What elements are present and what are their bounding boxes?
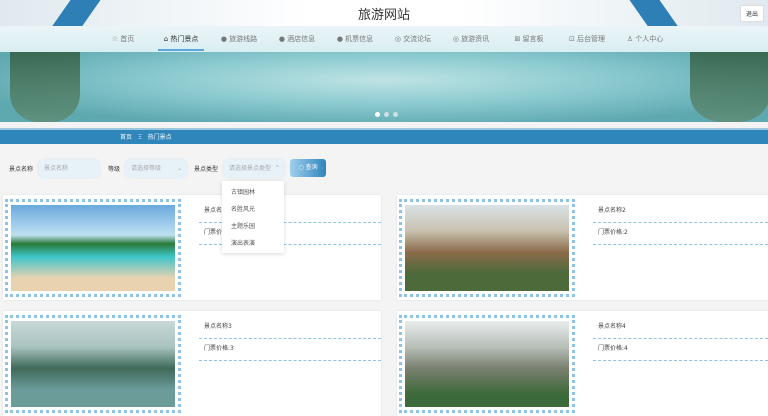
scenic-name: 景点名称4 [593,317,768,339]
dot-icon: ● [220,35,227,43]
banner-image [10,52,80,122]
level-select[interactable]: 请选择等级 ⌄ [126,159,187,177]
scenic-card[interactable]: 景点名称4 门票价格:4 [397,311,768,416]
nav-item[interactable]: ⊠ 留言板 [500,26,558,52]
carousel-dot[interactable] [375,112,380,117]
search-button[interactable]: ○ 查询 [290,159,327,177]
nav-label: 机票信息 [345,35,374,43]
scenic-image[interactable] [11,205,175,291]
dropdown-option[interactable]: 名胜风光 [222,200,284,217]
nav-label: 留言板 [522,35,544,43]
chevron-up-icon: ^ [275,164,281,172]
main-nav: ☆ 首页 ⌂ 热门景点 ● 旅游线路 ● 酒店信息 ● 机票信息 ◎ 交流论坛 ◎ 旅游资讯… [0,26,768,52]
type-dropdown: 古镇园林 名胜风光 主题乐园 演出表演 [222,181,284,253]
breadcrumb-separator: Ξ [137,134,142,141]
dropdown-option[interactable]: 主题乐园 [222,217,284,234]
chevron-down-icon: ⌄ [177,164,183,172]
nav-item[interactable]: ⊡ 后台管理 [558,26,616,52]
type-select[interactable]: 请选择景点类型 ^ [224,159,285,177]
dropdown-option[interactable]: 古镇园林 [222,183,284,200]
breadcrumb-home[interactable]: 首页 [120,134,132,141]
image-frame [399,315,575,413]
nav-item[interactable]: ● 酒店信息 [268,26,326,52]
type-label: 景点类型 [194,165,219,173]
scenic-card[interactable]: 景点名称3 门票价格:3 [3,311,381,416]
type-placeholder: 请选择景点类型 [229,164,272,172]
nav-label: 后台管理 [577,35,606,43]
search-icon: ○ [298,164,306,171]
carousel-dot[interactable] [384,112,389,117]
nav-item[interactable]: ◎ 旅游资讯 [442,26,500,52]
dot-icon: ● [278,35,285,43]
carousel-dot[interactable] [393,112,398,117]
scenic-image[interactable] [11,321,175,407]
breadcrumb-current: 热门景点 [147,134,172,141]
logout-button[interactable]: 退出 [739,5,764,22]
dot-icon: ● [336,35,343,43]
nav-label: 旅游线路 [229,35,258,43]
level-label: 等级 [108,165,121,173]
search-label: 查询 [305,164,318,171]
nav-label: 热门景点 [170,35,199,43]
nav-item[interactable]: ● 机票信息 [326,26,384,52]
search-filter: 景点名称 景点名称 等级 请选择等级 ⌄ 景点类型 请选择景点类型 ^ ○ 查询 [0,150,768,186]
nav-item[interactable]: ● 旅游线路 [210,26,268,52]
name-input[interactable]: 景点名称 [39,159,100,177]
scenic-image[interactable] [405,321,569,407]
nav-item[interactable]: ⌂ 热门景点 [152,26,210,52]
news-icon: ◎ [452,35,459,43]
scenic-card[interactable]: 景点名称1 门票价格:1 [3,195,381,300]
chat-icon: ◎ [394,35,401,43]
image-frame [399,199,575,297]
nav-label: 旅游资讯 [461,35,490,43]
name-label: 景点名称 [9,165,34,173]
site-title: 旅游网站 [357,8,410,23]
nav-label: 个人中心 [635,35,664,43]
breadcrumb: 首页 Ξ 热门景点 [0,128,768,144]
image-frame [5,199,181,297]
home-icon: ⌂ [163,35,169,43]
nav-item[interactable]: ♙ 个人中心 [616,26,674,52]
scenic-name: 景点名称3 [199,317,381,339]
ticket-price: 门票价格:4 [593,339,768,361]
nav-item[interactable]: ◎ 交流论坛 [384,26,442,52]
image-frame [5,315,181,413]
message-icon: ⊠ [514,35,521,43]
header: 旅游网站 退出 [0,0,768,26]
star-icon: ☆ [111,35,119,43]
dropdown-option[interactable]: 演出表演 [222,234,284,251]
scenic-name: 景点名称2 [593,201,768,223]
banner-image [690,52,768,122]
user-icon: ♙ [626,35,634,43]
admin-icon: ⊡ [568,35,575,43]
nav-label: 酒店信息 [287,35,316,43]
nav-label: 首页 [120,35,135,43]
nav-item[interactable]: ☆ 首页 [94,26,152,52]
ticket-price: 门票价格:3 [199,339,381,361]
ticket-price: 门票价格:2 [593,223,768,245]
nav-label: 交流论坛 [403,35,432,43]
level-placeholder: 请选择等级 [131,164,162,172]
scenic-card[interactable]: 景点名称2 门票价格:2 [397,195,768,300]
scenic-image[interactable] [405,205,569,291]
banner-carousel[interactable] [0,52,768,122]
